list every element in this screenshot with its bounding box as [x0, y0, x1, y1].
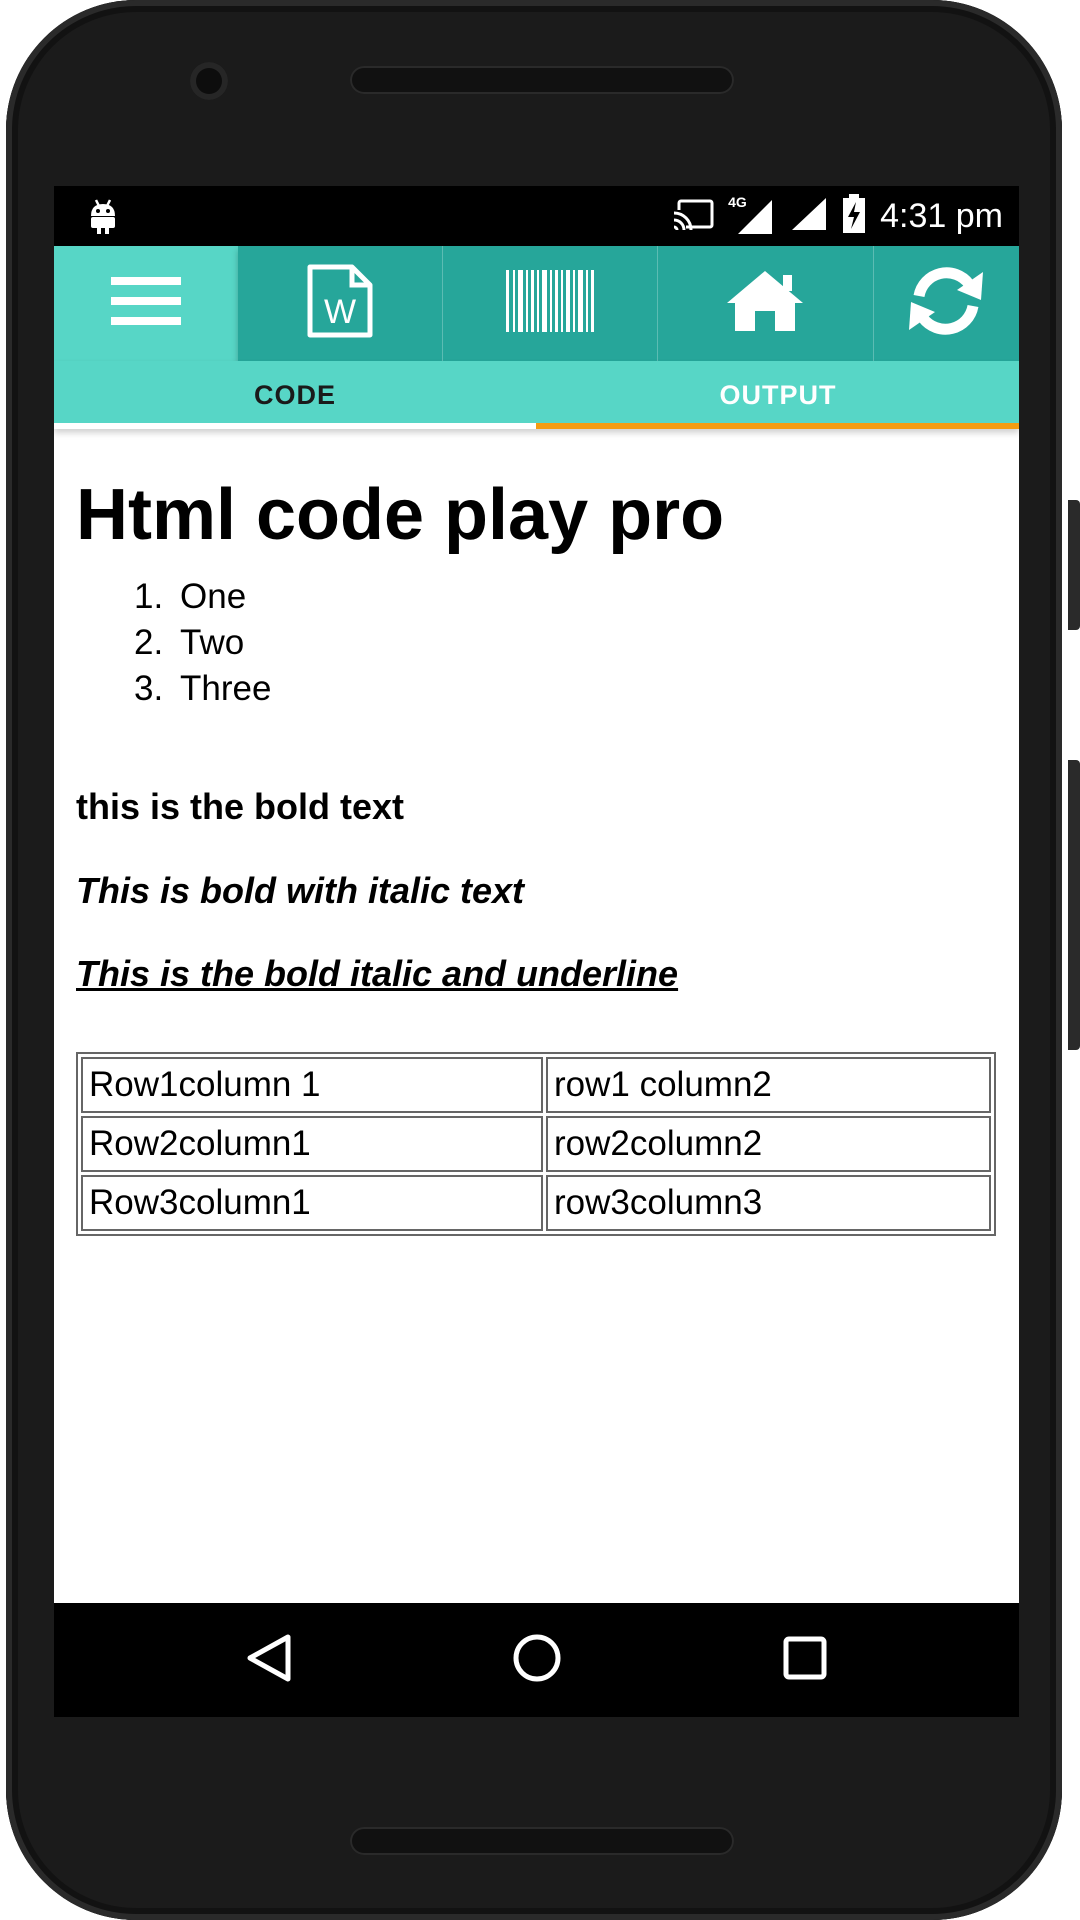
signal-icon	[788, 196, 828, 237]
recents-button[interactable]	[770, 1625, 840, 1695]
tab-indicator-output	[536, 423, 1019, 429]
home-circle-icon	[512, 1633, 562, 1688]
power-button	[1068, 760, 1080, 1050]
ordered-list: 1. One 2. Two 3. Three	[134, 574, 271, 712]
tab-underline-code	[54, 423, 536, 429]
home-icon	[725, 269, 805, 338]
screen: 4G 4:31 pm W CODE OUTPUT Html code play …	[54, 186, 1019, 1717]
toolbar: W	[238, 246, 1019, 361]
barcode-icon	[506, 270, 595, 337]
home-nav-button[interactable]	[502, 1625, 572, 1695]
back-button[interactable]	[234, 1625, 304, 1695]
app-bar: W	[54, 246, 1019, 361]
page-title: Html code play pro	[76, 475, 725, 555]
navigation-bar	[54, 1603, 1019, 1717]
home-button[interactable]	[658, 246, 874, 361]
bottom-speaker	[350, 1827, 734, 1855]
tab-code[interactable]: CODE	[54, 361, 536, 429]
front-camera	[190, 62, 228, 100]
word-export-button[interactable]: W	[238, 246, 444, 361]
list-item: 3. Three	[134, 669, 272, 708]
table-row: Row3column1 row3column3	[81, 1175, 991, 1231]
tab-output[interactable]: OUTPUT	[537, 361, 1019, 429]
recents-icon	[781, 1634, 829, 1687]
volume-button	[1068, 500, 1080, 630]
status-time: 4:31 pm	[880, 196, 1003, 235]
table-cell: row1 column2	[546, 1057, 991, 1113]
bold-italic-underline-text: This is the bold italic and underline	[76, 953, 679, 994]
table-row: Row2column1 row2column2	[81, 1116, 991, 1172]
menu-button[interactable]	[54, 246, 238, 361]
table-cell: Row3column1	[81, 1175, 543, 1231]
status-icons: 4G 4:31 pm	[672, 193, 1003, 239]
cast-icon	[672, 198, 714, 235]
barcode-button[interactable]	[443, 246, 659, 361]
table-cell: Row1column 1	[81, 1057, 543, 1113]
table-cell: row2column2	[546, 1116, 991, 1172]
status-bar: 4G 4:31 pm	[54, 186, 1019, 246]
hamburger-menu-icon	[111, 275, 181, 332]
back-icon	[244, 1633, 294, 1688]
refresh-button[interactable]	[874, 246, 1019, 361]
list-item: 1. One	[134, 577, 247, 616]
earpiece-speaker	[350, 66, 734, 94]
table-cell: row3column3	[546, 1175, 991, 1231]
table-row: Row1column 1 row1 column2	[81, 1057, 991, 1113]
table-cell: Row2column1	[81, 1116, 543, 1172]
tab-bar: CODE OUTPUT	[54, 361, 1019, 429]
data-table: Row1column 1 row1 column2 Row2column1 ro…	[76, 1052, 996, 1236]
list-item: 2. Two	[134, 623, 245, 662]
refresh-icon	[907, 266, 985, 341]
battery-charging-icon	[842, 193, 866, 239]
svg-text:W: W	[324, 293, 356, 331]
word-document-icon: W	[302, 263, 378, 344]
signal-4g-icon: 4G	[728, 194, 774, 236]
bold-italic-text: This is bold with italic text	[76, 870, 525, 911]
bold-text: this is the bold text	[76, 786, 405, 827]
android-notification-icon	[88, 198, 118, 239]
